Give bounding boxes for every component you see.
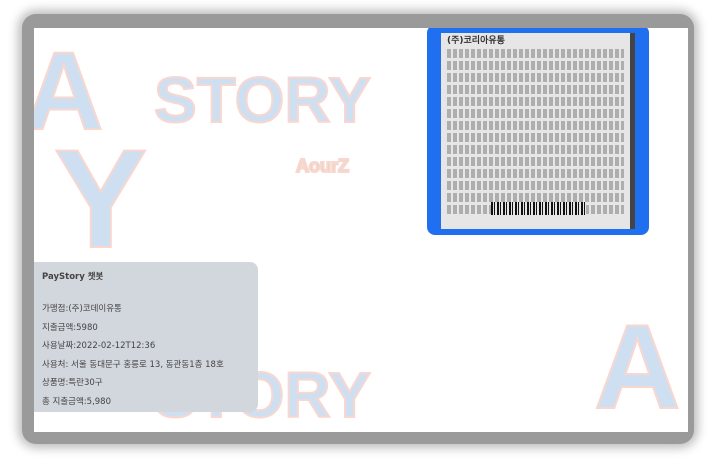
chat-message-bubble: PayStory 챗봇 가맹점:(주)코데이유통 지출금액:5980 사용날짜:… <box>34 262 258 412</box>
bot-name: PayStory 챗봇 <box>42 272 104 282</box>
receipt-header: (주)코리아유통 <box>447 36 505 46</box>
chat-screen: A STORY Y AourZ STORY A (주)코리아유통 PayStor… <box>34 28 688 432</box>
watermark-letter: A <box>593 299 682 432</box>
watermark-text: STORY <box>153 63 372 137</box>
receipt-photo: (주)코리아유통 <box>441 33 635 229</box>
merchant-line: 가맹점:(주)코데이유통 <box>42 304 122 314</box>
barcode-icon <box>491 202 586 215</box>
product-line: 상품명:특란30구 <box>42 378 103 388</box>
logo-text: AourZ <box>295 155 350 177</box>
total-line: 총 지출금액:5,980 <box>42 396 111 407</box>
receipt-image[interactable]: (주)코리아유통 <box>427 28 649 235</box>
address-line: 사용처: 서울 동대문구 홍릉로 13, 동관동1층 18호 <box>42 359 224 370</box>
date-line: 사용날짜:2022-02-12T12:36 <box>42 341 156 351</box>
watermark-letter: Y <box>53 119 148 278</box>
amount-line: 지출금액:5980 <box>42 322 98 333</box>
